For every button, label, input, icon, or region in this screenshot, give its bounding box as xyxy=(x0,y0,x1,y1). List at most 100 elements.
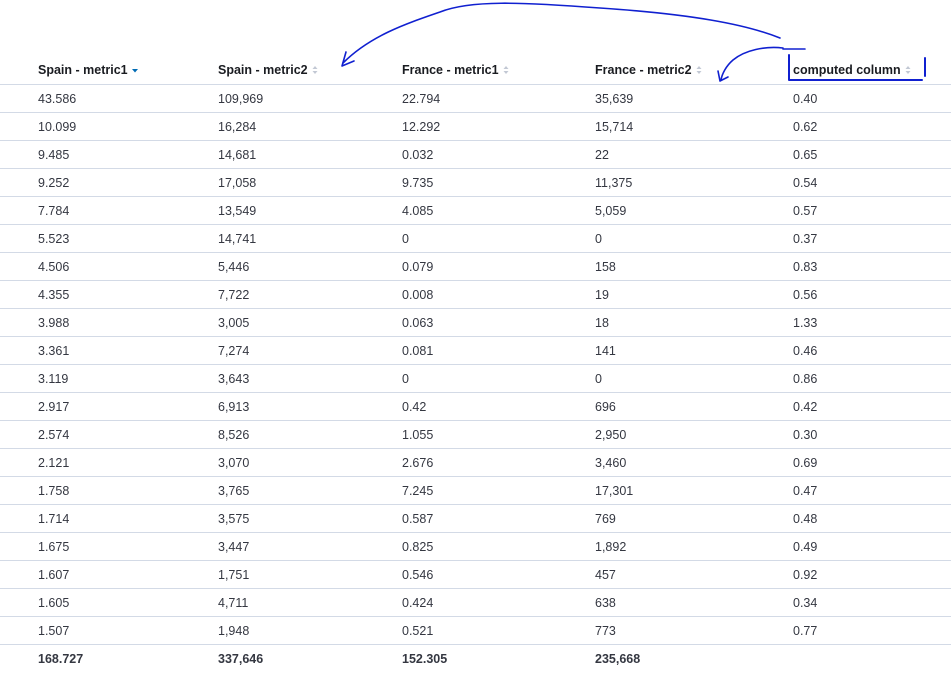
table-cell: 0.42 xyxy=(793,392,951,421)
sort-icon[interactable] xyxy=(695,65,703,75)
table-cell: 0.86 xyxy=(793,364,951,393)
table-cell: 0.032 xyxy=(402,140,595,169)
table-row: 1.605 4,711 0.424 638 0.34 xyxy=(0,588,951,617)
table-row: 3.361 7,274 0.081 141 0.46 xyxy=(0,336,951,365)
table-cell: 1.675 xyxy=(0,532,218,561)
table-cell: 0.546 xyxy=(402,560,595,589)
table-cell: 4.506 xyxy=(0,252,218,281)
table-cell: 7,274 xyxy=(218,336,402,365)
table-cell: 0.521 xyxy=(402,616,595,645)
table-cell: 457 xyxy=(595,560,793,589)
table-cell: 0.40 xyxy=(793,84,951,113)
table-cell: 638 xyxy=(595,588,793,617)
table-cell: 0.83 xyxy=(793,252,951,281)
table-cell: 3,005 xyxy=(218,308,402,337)
table-cell: 17,301 xyxy=(595,476,793,505)
table-row: 1.714 3,575 0.587 769 0.48 xyxy=(0,504,951,533)
table-cell: 2.574 xyxy=(0,420,218,449)
table-cell: 7.245 xyxy=(402,476,595,505)
table-cell: 1.055 xyxy=(402,420,595,449)
column-header-spain-metric1[interactable]: Spain - metric1 xyxy=(0,56,218,85)
table-cell: 0.48 xyxy=(793,504,951,533)
table-cell: 8,526 xyxy=(218,420,402,449)
column-header-label: Spain - metric2 xyxy=(218,63,308,77)
table-cell: 9.735 xyxy=(402,168,595,197)
sort-descending-icon[interactable] xyxy=(131,65,139,75)
table-cell: 0.424 xyxy=(402,588,595,617)
table-cell: 4,711 xyxy=(218,588,402,617)
page: Spain - metric1 Spain - metric2 France -… xyxy=(0,0,951,692)
table-cell: 0.57 xyxy=(793,196,951,225)
table-cell: 4.355 xyxy=(0,280,218,309)
table-cell: 3,643 xyxy=(218,364,402,393)
table-cell: 16,284 xyxy=(218,112,402,141)
sort-icon[interactable] xyxy=(904,65,912,75)
table-cell: 1,751 xyxy=(218,560,402,589)
table-cell: 0.079 xyxy=(402,252,595,281)
table-cell: 0.825 xyxy=(402,532,595,561)
table-cell: 4.085 xyxy=(402,196,595,225)
table-cell: 5.523 xyxy=(0,224,218,253)
table-row: 9.485 14,681 0.032 22 0.65 xyxy=(0,140,951,169)
table-cell: 0.34 xyxy=(793,588,951,617)
table-row: 4.506 5,446 0.079 158 0.83 xyxy=(0,252,951,281)
table-cell: 2.121 xyxy=(0,448,218,477)
table-cell: 0.54 xyxy=(793,168,951,197)
table-cell: 7,722 xyxy=(218,280,402,309)
column-header-computed-column[interactable]: computed column xyxy=(793,56,951,85)
table-cell: 0.46 xyxy=(793,336,951,365)
column-header-label: France - metric2 xyxy=(595,63,692,77)
table-cell: 14,741 xyxy=(218,224,402,253)
table-cell: 13,549 xyxy=(218,196,402,225)
table-cell: 2,950 xyxy=(595,420,793,449)
table-cell: 3,447 xyxy=(218,532,402,561)
total-cell: 152.305 xyxy=(402,652,448,666)
table-cell: 3,460 xyxy=(595,448,793,477)
table-cell: 7.784 xyxy=(0,196,218,225)
table-cell: 9.252 xyxy=(0,168,218,197)
column-header-spain-metric2[interactable]: Spain - metric2 xyxy=(218,56,402,85)
table-cell: 35,639 xyxy=(595,84,793,113)
table-cell: 0.49 xyxy=(793,532,951,561)
table-cell: 1,948 xyxy=(218,616,402,645)
table-row: 5.523 14,741 0 0 0.37 xyxy=(0,224,951,253)
column-header-label: France - metric1 xyxy=(402,63,499,77)
table-cell: 0 xyxy=(595,364,793,393)
table-cell: 1.607 xyxy=(0,560,218,589)
table-cell: 10.099 xyxy=(0,112,218,141)
table-cell: 15,714 xyxy=(595,112,793,141)
table-cell: 0.30 xyxy=(793,420,951,449)
table-cell: 43.586 xyxy=(0,84,218,113)
table-cell: 0.587 xyxy=(402,504,595,533)
table-body: 43.586 109,969 22.794 35,639 0.40 10.099 16,28… xyxy=(0,84,951,645)
sort-icon[interactable] xyxy=(502,65,510,75)
table-cell: 0.37 xyxy=(793,224,951,253)
table-row: 9.252 17,058 9.735 11,375 0.54 xyxy=(0,168,951,197)
table-cell: 22.794 xyxy=(402,84,595,113)
table-cell: 1.605 xyxy=(0,588,218,617)
column-header-france-metric1[interactable]: France - metric1 xyxy=(402,56,595,85)
table-cell: 12.292 xyxy=(402,112,595,141)
total-cell: 168.727 xyxy=(38,652,84,666)
table-cell: 0.56 xyxy=(793,280,951,309)
table-cell: 0.063 xyxy=(402,308,595,337)
table-cell: 0.77 xyxy=(793,616,951,645)
table-cell: 3,575 xyxy=(218,504,402,533)
table-cell: 158 xyxy=(595,252,793,281)
table-row: 10.099 16,284 12.292 15,714 0.62 xyxy=(0,112,951,141)
table-cell: 3.988 xyxy=(0,308,218,337)
sort-icon[interactable] xyxy=(311,65,319,75)
data-table: Spain - metric1 Spain - metric2 France -… xyxy=(0,56,951,673)
table-row: 3.988 3,005 0.063 18 1.33 xyxy=(0,308,951,337)
table-cell: 0.69 xyxy=(793,448,951,477)
table-cell: 3.119 xyxy=(0,364,218,393)
table-cell: 1,892 xyxy=(595,532,793,561)
table-cell: 19 xyxy=(595,280,793,309)
table-cell: 5,059 xyxy=(595,196,793,225)
table-cell: 773 xyxy=(595,616,793,645)
annotation-long-arrow xyxy=(342,2,781,64)
table-row: 1.607 1,751 0.546 457 0.92 xyxy=(0,560,951,589)
column-header-france-metric2[interactable]: France - metric2 xyxy=(595,56,793,85)
table-cell: 22 xyxy=(595,140,793,169)
column-header-label: computed column xyxy=(793,63,901,77)
